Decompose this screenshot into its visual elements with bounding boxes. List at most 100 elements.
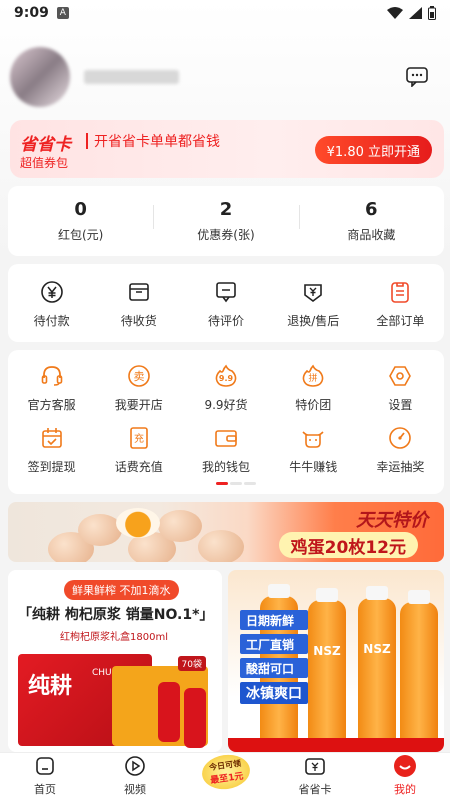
product-feature-list: 日期新鲜 工厂直销 酸甜可口 冰镇爽口: [240, 610, 308, 704]
order-pending-review[interactable]: 待评价: [182, 264, 269, 342]
egg-banner-pill: 鸡蛋20枚12元: [278, 532, 418, 558]
service-label: 特价团: [295, 398, 332, 412]
bottom-tab-bar: 首页 视频 今日可领 最至1元 省省卡 我的: [0, 751, 450, 800]
recharge-glyph: 充: [134, 432, 144, 445]
battery-icon: [428, 6, 436, 20]
order-label: 待付款: [33, 314, 70, 328]
service-lucky-draw[interactable]: 幸运抽奖: [357, 422, 444, 484]
services-panel: 官方客服 卖 我要开店 9.9 9.9好货 拼 特价团 设置 签到提现 充 话费…: [8, 350, 444, 494]
open-card-button[interactable]: ¥1.80 立即开通: [314, 136, 432, 164]
stat-favorites[interactable]: 6 商品收藏: [298, 199, 444, 243]
service-label: 牛牛赚钱: [289, 460, 338, 474]
service-settings[interactable]: 设置: [357, 360, 444, 422]
stat-red-packet[interactable]: 0 红包(元): [8, 199, 153, 243]
service-customer-support[interactable]: 官方客服: [8, 360, 95, 422]
tab-shengsheng-card[interactable]: 省省卡: [270, 753, 360, 800]
tab-home[interactable]: 首页: [0, 753, 90, 800]
group-icon: 拼: [302, 364, 324, 387]
yen-coin-icon: [40, 281, 63, 303]
bottle-label: NSZ: [363, 642, 391, 656]
order-pending-payment[interactable]: 待付款: [8, 264, 95, 342]
service-label: 官方客服: [27, 398, 76, 412]
wallet-icon: [215, 430, 237, 447]
cow-icon: [302, 431, 324, 448]
tab-video[interactable]: 视频: [90, 753, 180, 800]
stats-panel: 0 红包(元) 2 优惠券(张) 6 商品收藏: [8, 186, 444, 256]
order-all[interactable]: 全部订单: [357, 264, 444, 342]
service-wallet[interactable]: 我的钱包: [182, 422, 269, 484]
tab-label: 视频: [124, 783, 146, 796]
product-card-goji[interactable]: 鲜果鲜榨 不加1滴水 「纯耕 枸杞原浆 销量NO.1*」 红枸杞原浆礼盒1800…: [8, 570, 222, 752]
settings-icon: [389, 366, 412, 386]
divider: [86, 133, 88, 149]
shengsheng-card-banner[interactable]: 省省卡 开省省卡单单都省钱 超值券包 ¥1.80 立即开通: [10, 120, 444, 178]
service-label: 我的钱包: [201, 460, 250, 474]
comment-icon: [216, 282, 236, 303]
clipboard-icon: [391, 282, 410, 303]
calendar-check-icon: [41, 428, 62, 448]
lucky-dial-icon: [389, 427, 412, 449]
product-count-badge: 70袋: [177, 656, 206, 671]
tab-label: 我的: [394, 783, 416, 796]
status-bar: 9:09 A: [0, 0, 450, 26]
service-cow-earn[interactable]: 牛牛赚钱: [270, 422, 357, 484]
service-9-9-deals[interactable]: 9.9 9.9好货: [182, 360, 269, 422]
egg-yolk-image: [116, 508, 160, 538]
egg-banner-tag: 天天特价: [356, 510, 428, 531]
username-blurred: [84, 70, 179, 84]
feature-highlight: 冰镇爽口: [240, 682, 308, 704]
stat-value: 2: [219, 199, 233, 220]
orders-panel: 待付款 待收货 待评价 退换/售后 全部订单: [8, 264, 444, 342]
juice-pouch: [184, 688, 206, 748]
stat-label: 商品收藏: [347, 228, 396, 242]
service-label: 幸运抽奖: [376, 460, 425, 474]
service-label: 9.9好货: [204, 398, 248, 412]
order-label: 全部订单: [376, 314, 425, 328]
service-phone-recharge[interactable]: 充 话费充值: [95, 422, 182, 484]
stat-label: 优惠券(张): [197, 228, 255, 242]
feature-line: 工厂直销: [240, 634, 308, 654]
fire-icon: 9.9: [215, 364, 237, 387]
feature-line: 日期新鲜: [240, 610, 308, 630]
product-brand: 纯耕: [28, 674, 73, 699]
shengsheng-card-logo: 省省卡: [20, 135, 71, 155]
service-group-deal[interactable]: 拼 特价团: [270, 360, 357, 422]
chat-button[interactable]: [404, 64, 430, 90]
bottle-label: NSZ: [313, 644, 341, 658]
tab-label: 省省卡: [298, 783, 332, 796]
juice-pouch: [158, 682, 180, 742]
product-card-sea-buckthorn[interactable]: NSZ NSZ 日期新鲜 工厂直销 酸甜可口 冰镇爽口: [228, 570, 444, 752]
service-label: 我要开店: [114, 398, 163, 412]
group-glyph: 拼: [309, 372, 318, 384]
stat-coupons[interactable]: 2 优惠券(张): [153, 199, 298, 243]
feature-line: 酸甜可口: [240, 658, 308, 678]
product-footer-strip: [228, 738, 444, 752]
refund-icon: [304, 284, 323, 302]
status-time: 9:09: [14, 5, 49, 21]
shengsheng-card-subtitle: 超值券包: [20, 156, 69, 170]
wifi-icon: [387, 7, 403, 19]
box-icon: [128, 283, 149, 301]
order-label: 退换/售后: [287, 314, 340, 328]
egg-promo-banner[interactable]: 天天特价 鸡蛋20枚12元: [8, 502, 444, 562]
service-checkin[interactable]: 签到提现: [8, 422, 95, 484]
tab-promo[interactable]: 今日可领 最至1元: [180, 751, 270, 800]
order-pending-receipt[interactable]: 待收货: [95, 264, 182, 342]
promo-badge-icon: 今日可领 最至1元: [199, 751, 253, 793]
product-tag: 鲜果鲜榨 不加1滴水: [64, 580, 179, 600]
phone-recharge-icon: 充: [129, 427, 148, 449]
deals-glyph: 9.9: [219, 374, 234, 383]
signal-icon: [409, 7, 422, 19]
notification-a-icon: A: [56, 7, 69, 19]
service-open-store[interactable]: 卖 我要开店: [95, 360, 182, 422]
card-yen-icon: [305, 758, 325, 775]
order-label: 待收货: [120, 314, 157, 328]
avatar[interactable]: [10, 47, 70, 107]
play-icon: [125, 756, 145, 776]
order-refund[interactable]: 退换/售后: [270, 264, 357, 342]
tab-mine[interactable]: 我的: [360, 753, 450, 800]
chat-bubble-icon: [406, 67, 428, 87]
product-title: 「纯耕 枸杞原浆 销量NO.1*」: [18, 607, 214, 623]
service-label: 设置: [388, 398, 413, 412]
product-subtitle: 红枸杞原浆礼盒1800ml: [60, 632, 168, 643]
